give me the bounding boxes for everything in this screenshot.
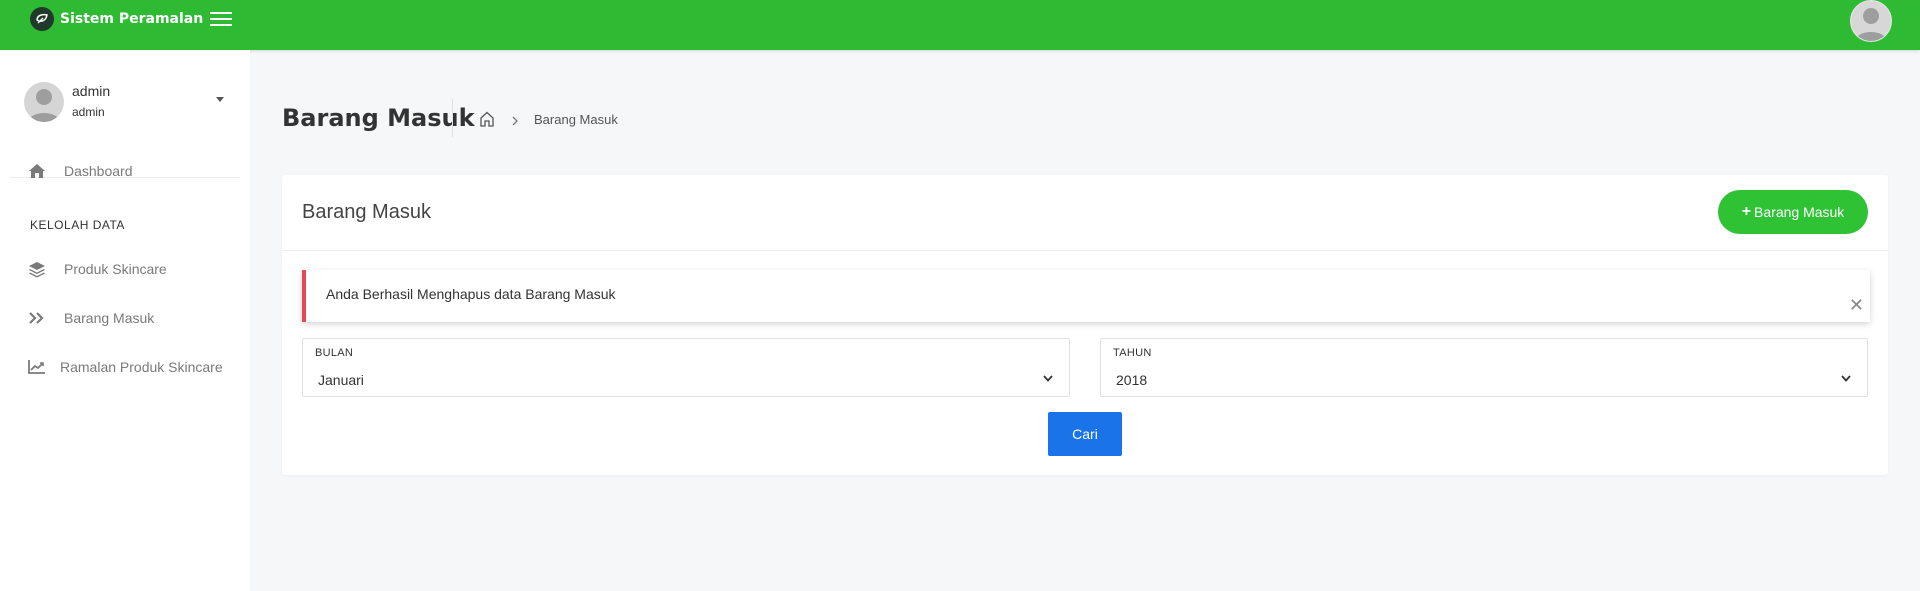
line-chart-icon	[26, 357, 48, 377]
year-select[interactable]: TAHUN 2018	[1100, 338, 1868, 397]
hamburger-icon[interactable]	[210, 8, 232, 28]
sidebar-item-label: Produk Skincare	[64, 261, 167, 277]
card-header: Barang Masuk + Barang Masuk	[282, 175, 1888, 251]
year-label: TAHUN	[1113, 347, 1152, 359]
barang-masuk-card: Barang Masuk + Barang Masuk Anda Berhasi…	[282, 175, 1888, 475]
add-barang-masuk-button[interactable]: + Barang Masuk	[1718, 190, 1868, 234]
close-icon[interactable]: ✕	[1849, 296, 1864, 314]
search-button[interactable]: Cari	[1048, 412, 1122, 456]
sidebar-item-dashboard[interactable]: Dashboard	[0, 153, 250, 189]
caret-down-icon[interactable]	[216, 97, 224, 102]
sidebar-item-barang-masuk[interactable]: Barang Masuk	[0, 300, 250, 336]
chevron-down-icon	[1839, 372, 1853, 384]
top-navbar: Sistem Peramalan	[0, 0, 1920, 50]
sidebar-item-label: Dashboard	[64, 163, 133, 179]
user-role: admin	[72, 105, 105, 119]
home-icon	[26, 161, 48, 181]
add-button-label: Barang Masuk	[1754, 204, 1845, 220]
divider	[452, 99, 453, 137]
chevron-down-icon	[1041, 372, 1055, 384]
month-label: BULAN	[315, 347, 354, 359]
sidebar-item-produk-skincare[interactable]: Produk Skincare	[0, 251, 250, 287]
user-name: admin	[72, 83, 111, 99]
plus-icon: +	[1741, 203, 1752, 220]
success-alert: Anda Berhasil Menghapus data Barang Masu…	[302, 270, 1870, 322]
avatar	[24, 82, 64, 122]
sidebar-item-label: Barang Masuk	[64, 310, 155, 326]
chevron-right-icon	[510, 114, 520, 126]
sidebar-item-label: Ramalan Produk Skincare	[60, 359, 223, 375]
brand[interactable]: Sistem Peramalan	[30, 0, 203, 37]
double-chevron-icon	[26, 308, 48, 328]
layers-icon	[26, 259, 48, 279]
month-value: Januari	[318, 372, 364, 388]
card-title: Barang Masuk	[302, 201, 431, 223]
user-avatar-icon[interactable]	[1850, 0, 1892, 42]
brand-name: Sistem Peramalan	[60, 10, 204, 27]
leaf-logo-icon	[30, 6, 54, 31]
month-select[interactable]: BULAN Januari	[302, 338, 1070, 397]
sidebar-item-ramalan-produk-skincare[interactable]: Ramalan Produk Skincare	[0, 349, 250, 385]
breadcrumb-current: Barang Masuk	[534, 111, 618, 127]
year-value: 2018	[1116, 372, 1148, 388]
sidebar-section-heading: KELOLAH DATA	[30, 218, 125, 232]
alert-message: Anda Berhasil Menghapus data Barang Masu…	[326, 286, 616, 302]
sidebar: admin admin Dashboard KELOLAH DATA Produ…	[0, 50, 250, 591]
home-icon[interactable]	[478, 110, 496, 128]
breadcrumb: Barang Masuk	[478, 107, 618, 131]
page-title: Barang Masuk	[282, 104, 475, 132]
